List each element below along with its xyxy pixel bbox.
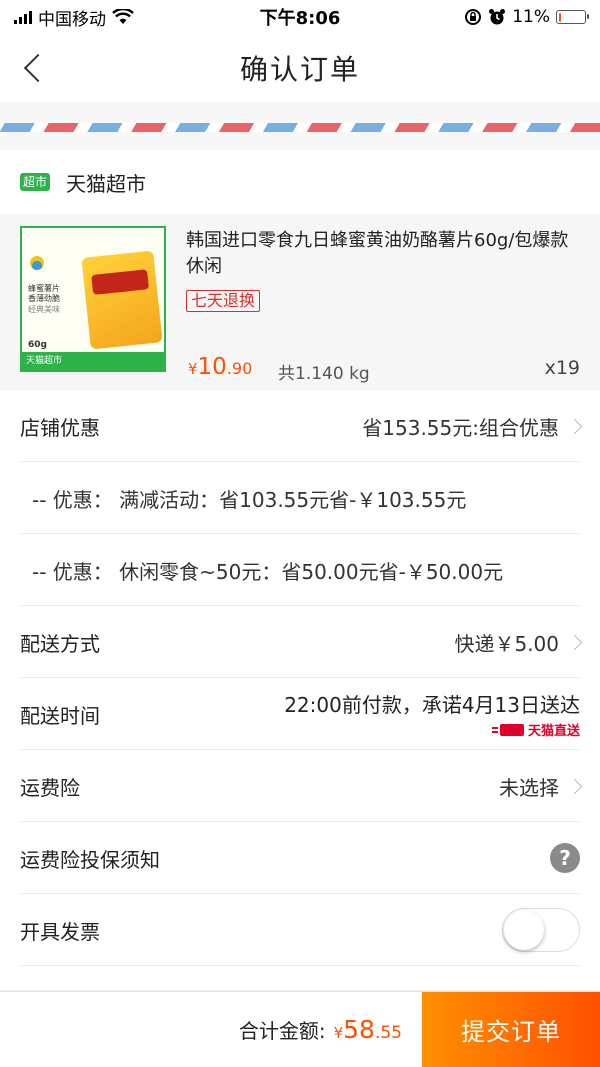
promo-row: -- 优惠： 满减活动：省103.55元省-￥103.55元 xyxy=(0,462,600,534)
partial-row xyxy=(0,966,600,990)
order-options: 店铺优惠 省153.55元:组合优惠 -- 优惠： 满减活动：省103.55元省… xyxy=(0,390,600,990)
thumb-caption: 蜂蜜薯片 香薄劲脆 经典美味 xyxy=(28,284,60,315)
address-section[interactable] xyxy=(0,102,600,150)
price-int: 10 xyxy=(197,354,227,380)
supermarket-badge-icon: 超市 xyxy=(20,173,51,191)
price-symbol: ¥ xyxy=(188,360,198,378)
store-name: 天猫超市 xyxy=(66,171,147,196)
insurance-value: 未选择 xyxy=(499,775,559,800)
thumb-line-2: 香薄劲脆 xyxy=(28,294,60,304)
product-price: ¥10.90 xyxy=(188,354,252,380)
lock-rotation-icon xyxy=(465,9,482,25)
product-thumbnail[interactable]: 蜂蜜薯片 香薄劲脆 经典美味 60g 天猫超市 xyxy=(20,226,166,372)
shop-discount-label: 店铺优惠 xyxy=(20,415,100,440)
signal-icon xyxy=(14,10,32,24)
insurance-notice-row[interactable]: 运费险投保须知 ? xyxy=(0,822,600,894)
shipping-insurance-row[interactable]: 运费险 未选择 xyxy=(0,750,600,822)
shop-discount-row[interactable]: 店铺优惠 省153.55元:组合优惠 xyxy=(0,390,600,462)
promo-row: -- 优惠： 休闲零食~50元：省50.00元省-￥50.00元 xyxy=(0,534,600,606)
status-bar: 中国移动 下午8:06 11% xyxy=(0,0,600,34)
delivery-time-label: 配送时间 xyxy=(20,703,100,728)
checkout-bar: 合计金额: ¥58.55 提交订单 xyxy=(0,991,600,1067)
battery-icon xyxy=(556,10,589,24)
help-icon[interactable]: ? xyxy=(550,843,580,873)
status-time: 下午8:06 xyxy=(259,8,341,29)
insurance-label: 运费险 xyxy=(20,775,80,800)
invoice-row: 开具发票 xyxy=(0,894,600,966)
brand-logo-icon xyxy=(30,256,44,270)
insurance-notice-label: 运费险投保须知 xyxy=(20,847,160,872)
total-currency: ¥ xyxy=(333,1024,344,1042)
alarm-icon xyxy=(489,9,506,25)
total-label: 合计金额: xyxy=(238,1019,326,1043)
total-int: 58 xyxy=(343,1015,375,1044)
invoice-label: 开具发票 xyxy=(20,919,100,944)
chevron-right-icon xyxy=(566,634,583,650)
thumb-line-3: 经典美味 xyxy=(28,304,60,314)
product-quantity: x19 xyxy=(544,357,580,379)
product-weight: 共1.140 kg xyxy=(278,364,370,384)
shipping-label: 配送方式 xyxy=(20,631,100,656)
chevron-left-icon[interactable] xyxy=(20,48,53,83)
tmall-cat-icon xyxy=(491,723,524,736)
order-total: 合计金额: ¥58.55 xyxy=(239,1015,402,1044)
store-header: 超市 天猫超市 xyxy=(0,150,600,214)
toggle-knob xyxy=(504,910,544,950)
chevron-right-icon xyxy=(566,778,583,794)
shipping-method-row[interactable]: 配送方式 快递￥5.00 xyxy=(0,606,600,678)
submit-order-button[interactable]: 提交订单 xyxy=(422,991,600,1067)
status-right: 11% xyxy=(386,7,589,27)
delivery-time-row: 配送时间 22:00前付款，承诺4月13日送达 天猫直送 xyxy=(0,678,600,750)
page-title: 确认订单 xyxy=(239,53,360,86)
shipping-value: 快递￥5.00 xyxy=(454,631,559,656)
chips-bag-image xyxy=(81,250,163,350)
product-item[interactable]: 蜂蜜薯片 香薄劲脆 经典美味 60g 天猫超市 韩国进口零食九日蜂蜜黄油奶酪薯片… xyxy=(0,214,600,390)
total-amount: ¥58.55 xyxy=(334,1015,402,1044)
wifi-icon xyxy=(112,9,134,24)
promo-text: -- 优惠： 休闲零食~50元：省50.00元省-￥50.00元 xyxy=(32,559,504,584)
thumb-line-1: 蜂蜜薯片 xyxy=(28,284,60,293)
chevron-right-icon xyxy=(566,418,583,434)
price-dec: .90 xyxy=(226,359,253,378)
promo-text: -- 优惠： 满减活动：省103.55元省-￥103.55元 xyxy=(32,487,467,512)
invoice-toggle[interactable] xyxy=(502,908,580,952)
thumb-weight: 60g xyxy=(28,340,47,350)
return-policy-tag: 七天退换 xyxy=(186,290,261,312)
total-dec: .55 xyxy=(374,1023,402,1043)
nav-bar: 确认订单 xyxy=(0,34,600,102)
delivery-time-value: 22:00前付款，承诺4月13日送达 xyxy=(284,693,580,717)
tmall-direct-label: 天猫直送 xyxy=(527,724,580,739)
battery-percent: 11% xyxy=(512,7,550,27)
carrier-label: 中国移动 xyxy=(38,9,106,30)
thumb-footer: 天猫超市 xyxy=(22,352,164,370)
status-left: 中国移动 xyxy=(14,5,214,30)
envelope-stripe xyxy=(0,123,600,132)
product-name[interactable]: 韩国进口零食九日蜂蜜黄油奶酪薯片60g/包爆款休闲 xyxy=(186,228,580,280)
shop-discount-value: 省153.55元:组合优惠 xyxy=(362,415,559,440)
tmall-direct-badge: 天猫直送 xyxy=(491,720,580,739)
